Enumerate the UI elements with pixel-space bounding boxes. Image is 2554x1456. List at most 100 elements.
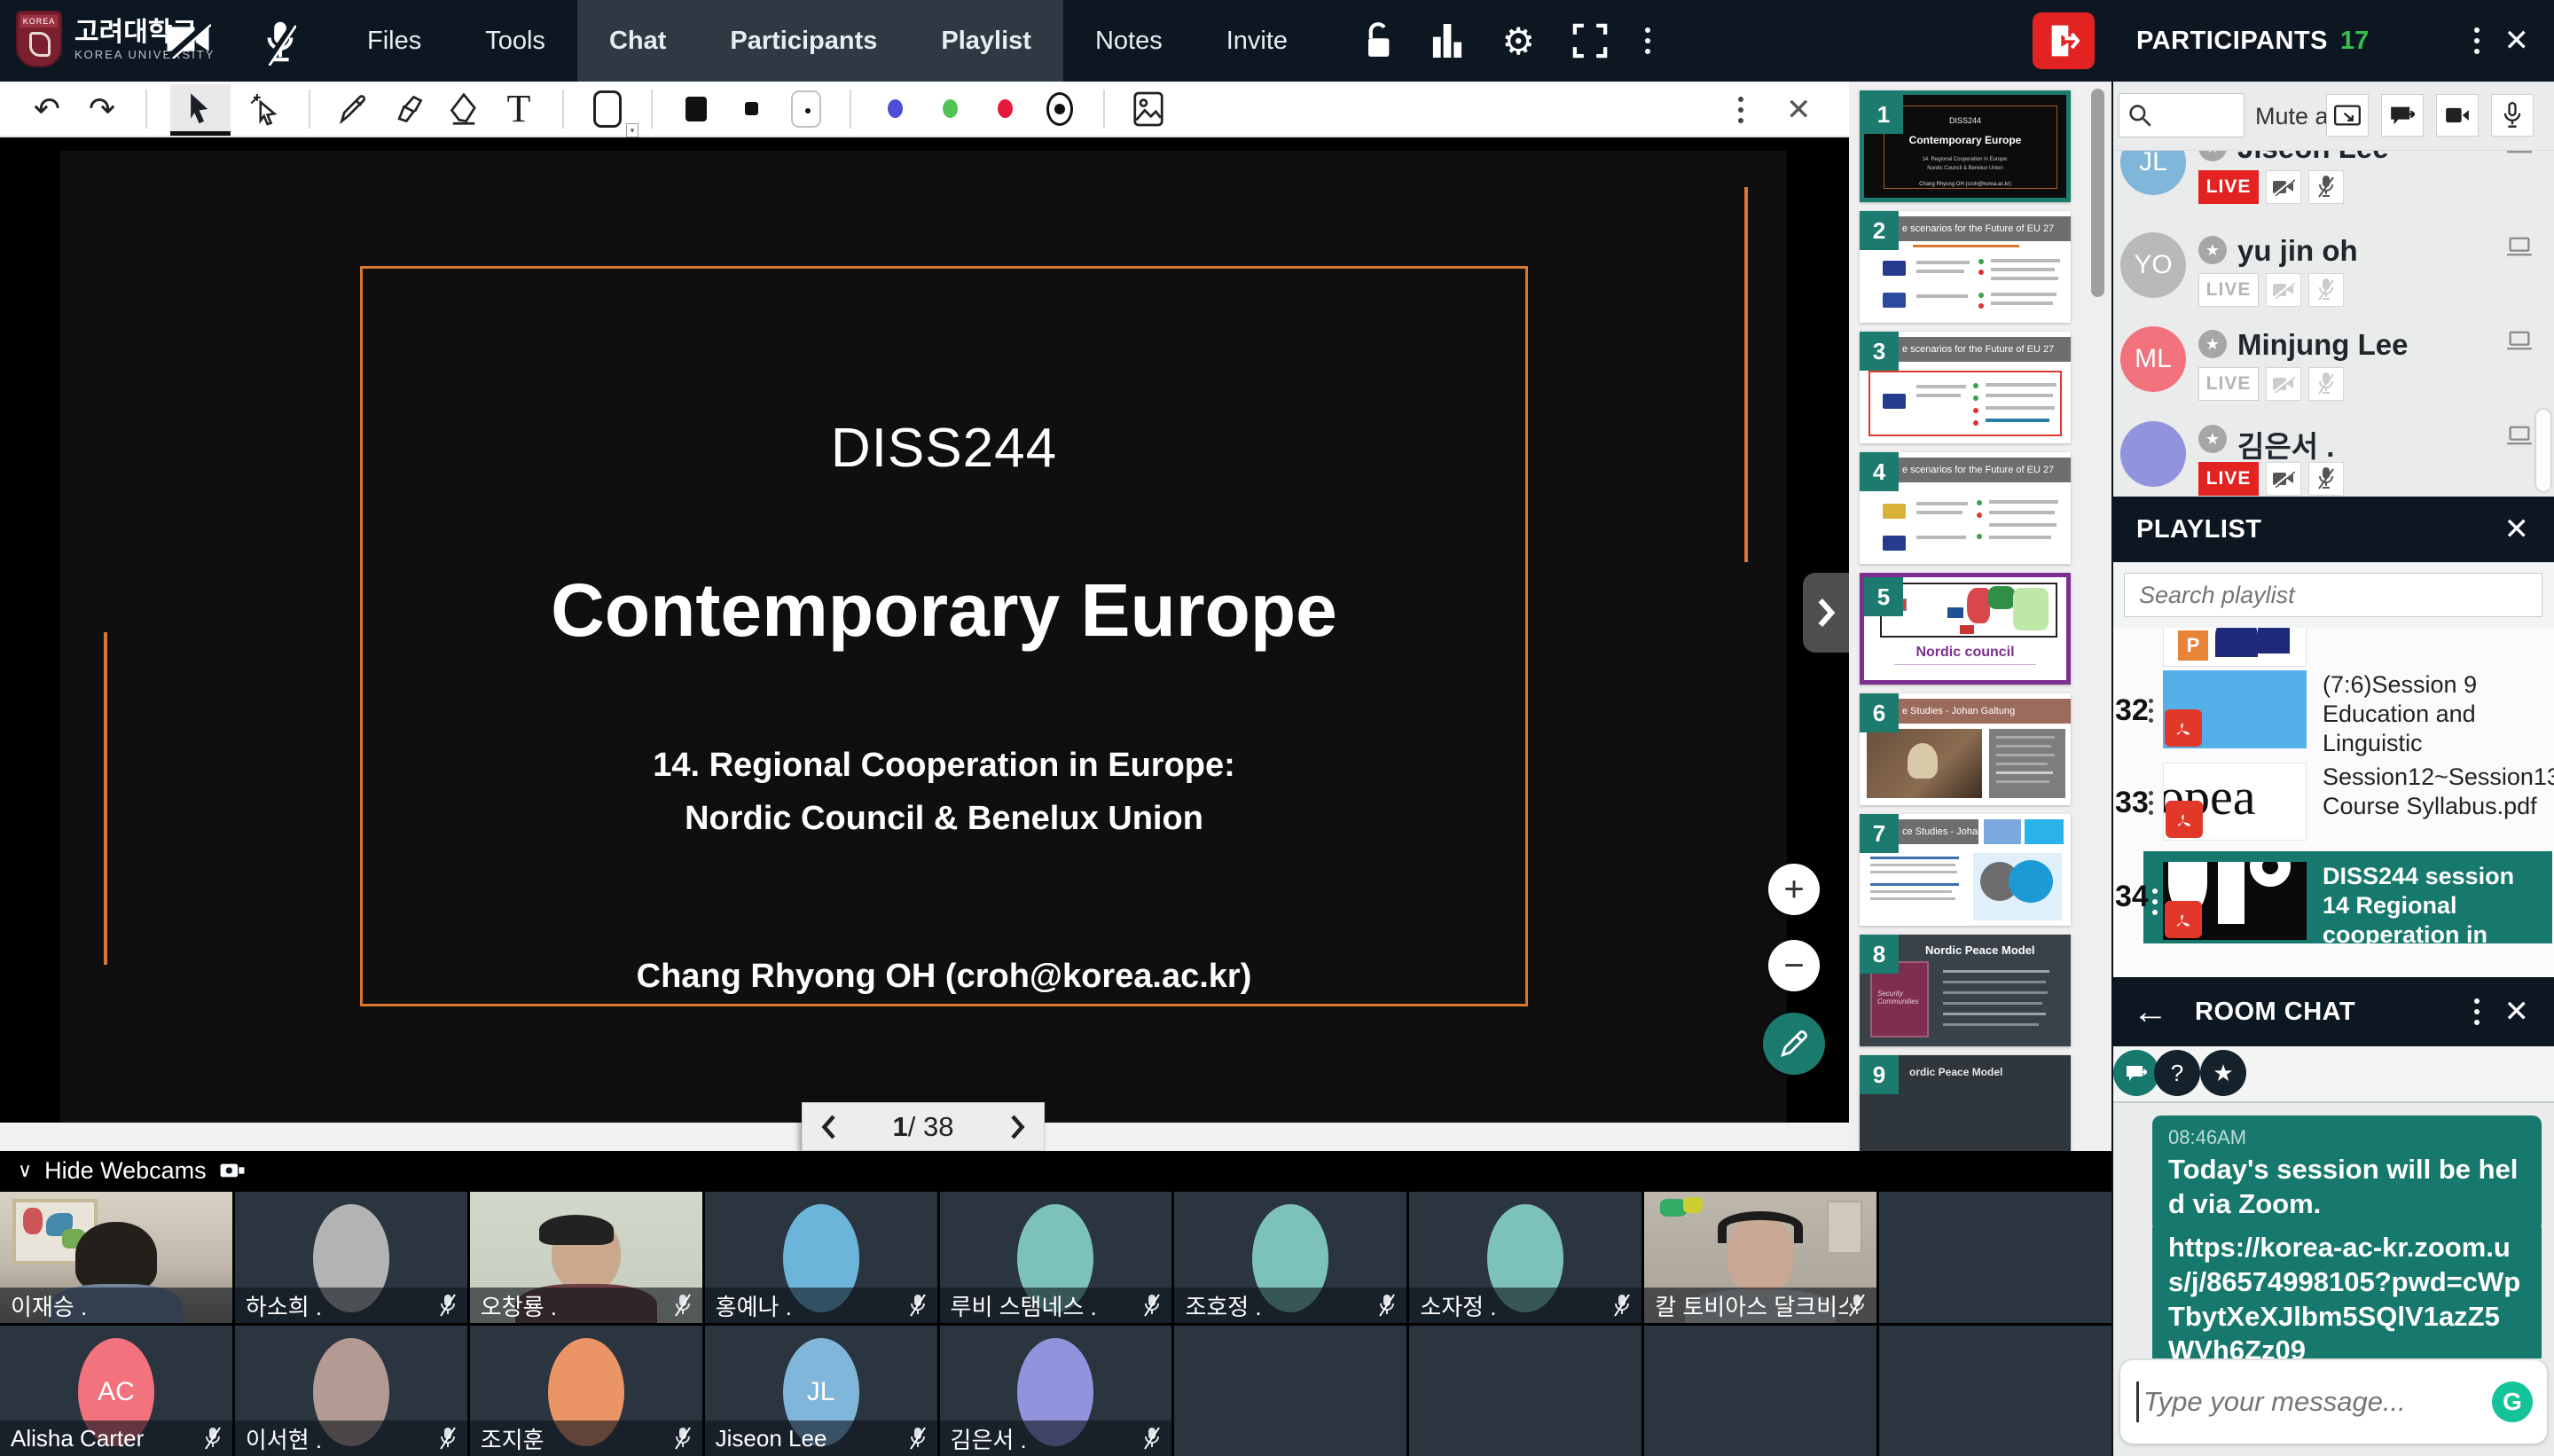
color-green[interactable] bbox=[929, 84, 970, 134]
webcam-tile[interactable]: 하소희 . bbox=[235, 1192, 467, 1323]
webcam-tile[interactable]: 이재승 . bbox=[0, 1192, 232, 1323]
redo-button[interactable]: ↷ bbox=[82, 84, 122, 134]
webcam-tile[interactable]: 이서현 . bbox=[235, 1326, 467, 1456]
tab-files[interactable]: Files bbox=[335, 0, 453, 82]
tab-chat[interactable]: Chat bbox=[577, 0, 698, 82]
participant-row[interactable]: YO ★ yu jin oh LIVE bbox=[2113, 232, 2554, 325]
webcam-tile[interactable]: 조지훈 bbox=[470, 1326, 702, 1456]
camera-off-toggle[interactable] bbox=[2266, 170, 2301, 204]
eraser-tool[interactable] bbox=[443, 84, 484, 134]
playlist-search-input[interactable] bbox=[2124, 573, 2542, 617]
playlist-close-icon[interactable]: ✕ bbox=[2504, 512, 2530, 547]
slide-thumb-4[interactable]: 4 e scenarios for the Future of EU 27 bbox=[1860, 452, 2071, 564]
webcam-tile[interactable]: 김은서 . bbox=[940, 1326, 1172, 1456]
camera-off-icon[interactable] bbox=[165, 20, 211, 62]
prev-page-button[interactable] bbox=[820, 1114, 836, 1140]
participant-row[interactable]: ★ 김은서 . LIVE bbox=[2113, 421, 2554, 497]
next-page-button[interactable] bbox=[1010, 1114, 1026, 1140]
playlist-item-more-icon[interactable] bbox=[2152, 888, 2158, 915]
participant-row[interactable]: JL ★ Jiseon Lee LIVE bbox=[2113, 151, 2554, 222]
mic-off-toggle[interactable] bbox=[2308, 170, 2344, 204]
help-button[interactable]: ? bbox=[2154, 1050, 2200, 1096]
mic-off-icon[interactable] bbox=[264, 20, 310, 62]
room-chat-close-icon[interactable]: ✕ bbox=[2504, 994, 2530, 1029]
webcam-tile[interactable]: JL Jiseon Lee bbox=[705, 1326, 937, 1456]
undo-button[interactable]: ↶ bbox=[27, 84, 67, 134]
toolbar-close-icon[interactable]: ✕ bbox=[1786, 92, 1812, 128]
exit-room-button[interactable] bbox=[2033, 12, 2095, 69]
slide-thumb-9[interactable]: 9 ordic Peace Model bbox=[1860, 1055, 2071, 1151]
tab-invite[interactable]: Invite bbox=[1195, 0, 1320, 82]
cursor-tool[interactable] bbox=[170, 84, 231, 134]
playlist-item-more-icon[interactable] bbox=[2149, 699, 2153, 723]
video-all-button[interactable] bbox=[2436, 94, 2479, 137]
mic-off-toggle[interactable] bbox=[2308, 462, 2344, 496]
participants-more-icon[interactable] bbox=[2474, 27, 2480, 54]
lock-icon[interactable] bbox=[1363, 21, 1393, 60]
gear-icon[interactable]: ⚙ bbox=[1501, 20, 1535, 63]
tab-tools[interactable]: Tools bbox=[453, 0, 577, 82]
zoom-out-button[interactable]: − bbox=[1768, 940, 1820, 991]
draw-mode-button[interactable] bbox=[1763, 1013, 1825, 1075]
stroke-width-dot-option[interactable] bbox=[786, 84, 827, 134]
slide-thumb-7[interactable]: 7 ce Studies - Johan Galtung bbox=[1860, 814, 2071, 926]
toolbar-more-icon[interactable] bbox=[1738, 97, 1743, 123]
shape-dropdown-caret[interactable]: ▾ bbox=[626, 123, 638, 137]
tab-participants[interactable]: Participants bbox=[698, 0, 909, 82]
chat-all-button[interactable] bbox=[2381, 94, 2424, 137]
highlighter-tool[interactable] bbox=[388, 84, 429, 134]
mic-off-toggle[interactable] bbox=[2308, 273, 2344, 307]
grammarly-icon[interactable]: G bbox=[2492, 1382, 2533, 1422]
slide-thumb-5-current[interactable]: 5 Nordic council bbox=[1860, 573, 2071, 685]
participant-scrollbar[interactable] bbox=[2536, 410, 2550, 491]
playlist-item-34-selected[interactable]: 34 DISS244 session 14 Regional cooperati… bbox=[2113, 857, 2554, 949]
fullscreen-icon[interactable] bbox=[1572, 23, 1608, 59]
camera-off-toggle[interactable] bbox=[2266, 367, 2301, 401]
slide-thumb-1[interactable]: 1 DISS244 Contemporary Europe 14. Region… bbox=[1860, 90, 2071, 202]
hide-webcams-toggle[interactable]: ∨ Hide Webcams bbox=[0, 1151, 246, 1190]
chat-mode-button[interactable] bbox=[2113, 1050, 2159, 1096]
participant-row[interactable]: ML ★ Minjung Lee LIVE bbox=[2113, 326, 2554, 419]
multi-select-tool[interactable] bbox=[245, 84, 286, 134]
stroke-width-large[interactable] bbox=[676, 84, 717, 134]
mic-all-button[interactable] bbox=[2491, 94, 2534, 137]
chat-input-box[interactable]: G bbox=[2120, 1360, 2547, 1444]
slide-thumb-2[interactable]: 2 e scenarios for the Future of EU 27 bbox=[1860, 211, 2071, 323]
shape-tool[interactable]: ▾ bbox=[587, 84, 628, 134]
chat-link-text[interactable]: https://korea-ac-kr.zoom.us/j/8657499810… bbox=[2168, 1231, 2526, 1358]
zoom-in-button[interactable]: + bbox=[1768, 864, 1820, 915]
laser-pointer-tool[interactable] bbox=[1039, 84, 1080, 134]
playlist-item-32[interactable]: 32 (7:6)Session 9 Education and Linguist… bbox=[2113, 670, 2554, 752]
color-blue[interactable] bbox=[874, 84, 915, 134]
webcam-tile[interactable]: AC Alisha Carter bbox=[0, 1326, 232, 1456]
pen-tool[interactable] bbox=[333, 84, 374, 134]
favorites-button[interactable]: ★ bbox=[2200, 1050, 2246, 1096]
mic-off-toggle[interactable] bbox=[2308, 367, 2344, 401]
stats-icon[interactable] bbox=[1430, 21, 1464, 60]
playlist-item-partial[interactable]: P bbox=[2113, 628, 2554, 660]
participants-close-icon[interactable]: ✕ bbox=[2504, 23, 2530, 59]
more-options-icon[interactable] bbox=[1645, 27, 1650, 54]
insert-image-tool[interactable] bbox=[1128, 84, 1169, 134]
webcam-tile[interactable]: 루비 스탬네스 . bbox=[940, 1192, 1172, 1323]
stroke-width-small[interactable] bbox=[731, 84, 772, 134]
collapse-thumbnails-button[interactable] bbox=[1803, 573, 1849, 653]
webcam-tile[interactable]: 홍예나 . bbox=[705, 1192, 937, 1323]
webcam-tile[interactable]: 소자정 . bbox=[1409, 1192, 1641, 1323]
tab-playlist[interactable]: Playlist bbox=[909, 0, 1063, 82]
slide-thumb-8[interactable]: 8 Nordic Peace Model Security Communitie… bbox=[1860, 935, 2071, 1046]
camera-off-toggle[interactable] bbox=[2266, 462, 2301, 496]
thumbnail-scrollbar[interactable] bbox=[2091, 89, 2104, 297]
share-screen-all-button[interactable] bbox=[2326, 94, 2369, 137]
back-arrow-icon[interactable]: ← bbox=[2133, 992, 2168, 1032]
participant-search-input[interactable] bbox=[2119, 93, 2245, 137]
room-chat-more-icon[interactable] bbox=[2474, 998, 2480, 1025]
tab-notes[interactable]: Notes bbox=[1063, 0, 1195, 82]
webcam-tile[interactable]: 조호정 . bbox=[1174, 1192, 1406, 1323]
chat-message-input[interactable] bbox=[2143, 1367, 2472, 1436]
color-red[interactable] bbox=[984, 84, 1025, 134]
slide-thumb-6[interactable]: 6 e Studies - Johan Galtung bbox=[1860, 693, 2071, 805]
webcam-tile[interactable]: 오창룡 . bbox=[470, 1192, 702, 1323]
camera-off-toggle[interactable] bbox=[2266, 273, 2301, 307]
slide-thumb-3[interactable]: 3 e scenarios for the Future of EU 27 bbox=[1860, 332, 2071, 443]
